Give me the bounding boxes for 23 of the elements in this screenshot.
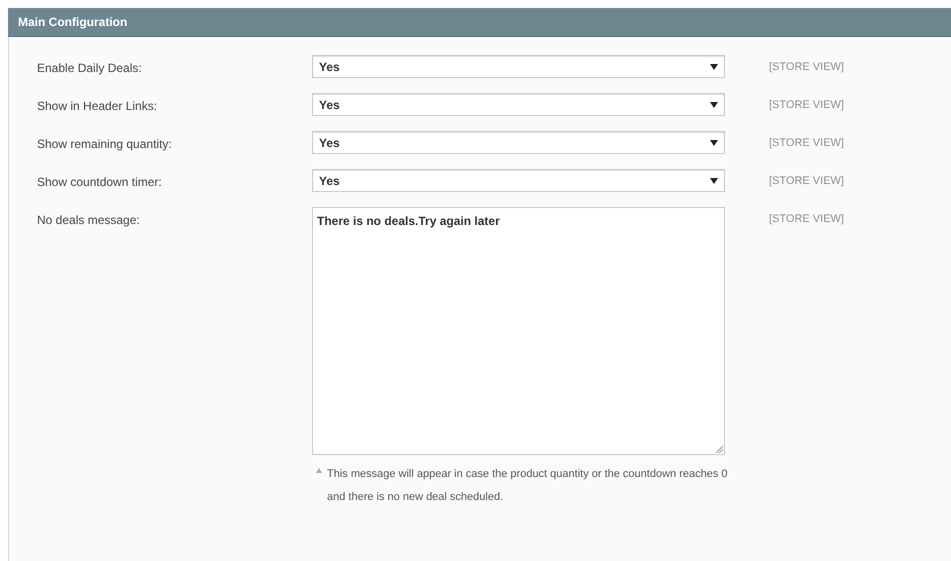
- field-label: Show countdown timer:: [36, 174, 163, 191]
- field-label: No deals message:: [36, 212, 141, 229]
- dropdown[interactable]: Yes: [312, 55, 725, 78]
- dropdown[interactable]: Yes: [312, 93, 725, 116]
- field-label: Show remaining quantity:: [36, 136, 173, 153]
- scope-label: [STORE VIEW]: [769, 60, 844, 75]
- field-label: Show in Header Links:: [36, 98, 158, 115]
- scope-label: [STORE VIEW]: [769, 136, 844, 151]
- field-label: Enable Daily Deals:: [36, 60, 143, 77]
- triangle-icon: [316, 468, 322, 473]
- scope-label: [STORE VIEW]: [769, 212, 844, 227]
- dropdown[interactable]: Yes: [312, 169, 725, 192]
- field-note: This message will appear in case the product quantity or the countdown reaches 0 and there is no new deal scheduled.: [327, 467, 729, 505]
- caret-icon: [710, 64, 718, 70]
- scope-label: [STORE VIEW]: [769, 98, 844, 113]
- caret-icon: [710, 140, 718, 146]
- scope-label: [STORE VIEW]: [769, 174, 844, 189]
- caret-icon: [710, 178, 718, 184]
- section-title: Main Configuration: [18, 14, 128, 31]
- resize-handle-icon[interactable]: [715, 445, 723, 453]
- dropdown[interactable]: Yes: [312, 131, 725, 154]
- caret-icon: [710, 102, 718, 108]
- text-area[interactable]: There is no deals.Try again later: [312, 207, 725, 455]
